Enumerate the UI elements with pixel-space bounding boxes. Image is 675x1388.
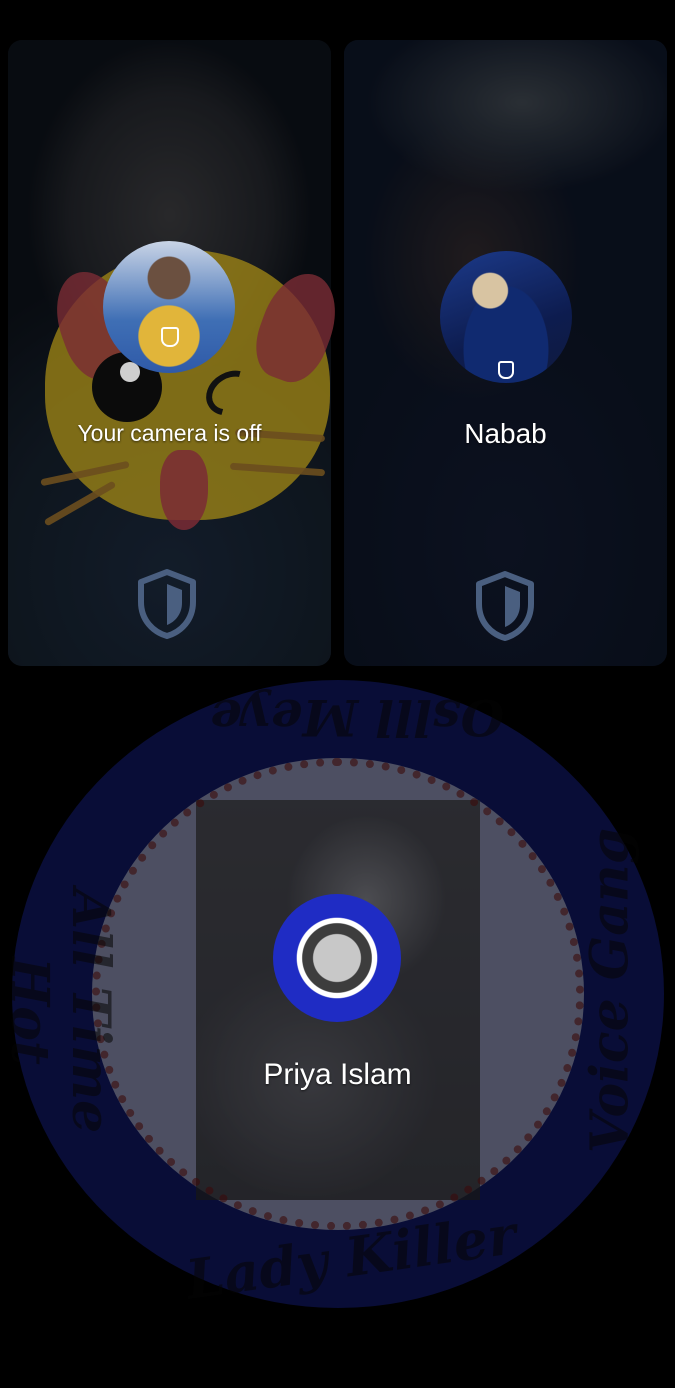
nabab-avatar [440, 251, 572, 383]
nabab-name-label: Nabab [464, 418, 547, 449]
shield-icon [138, 569, 196, 639]
cat-tongue [160, 450, 208, 530]
priya-avatar [273, 894, 401, 1022]
priya-name-label: Priya Islam [263, 1058, 412, 1091]
self-avatar [103, 241, 235, 373]
shield-icon [476, 571, 534, 641]
call-screen: Your camera is off Nabab Oslll Meye All … [0, 0, 675, 1388]
self-camera-off-label: Your camera is off [77, 420, 262, 446]
shield-icon [498, 361, 514, 379]
shield-icon [161, 327, 179, 347]
